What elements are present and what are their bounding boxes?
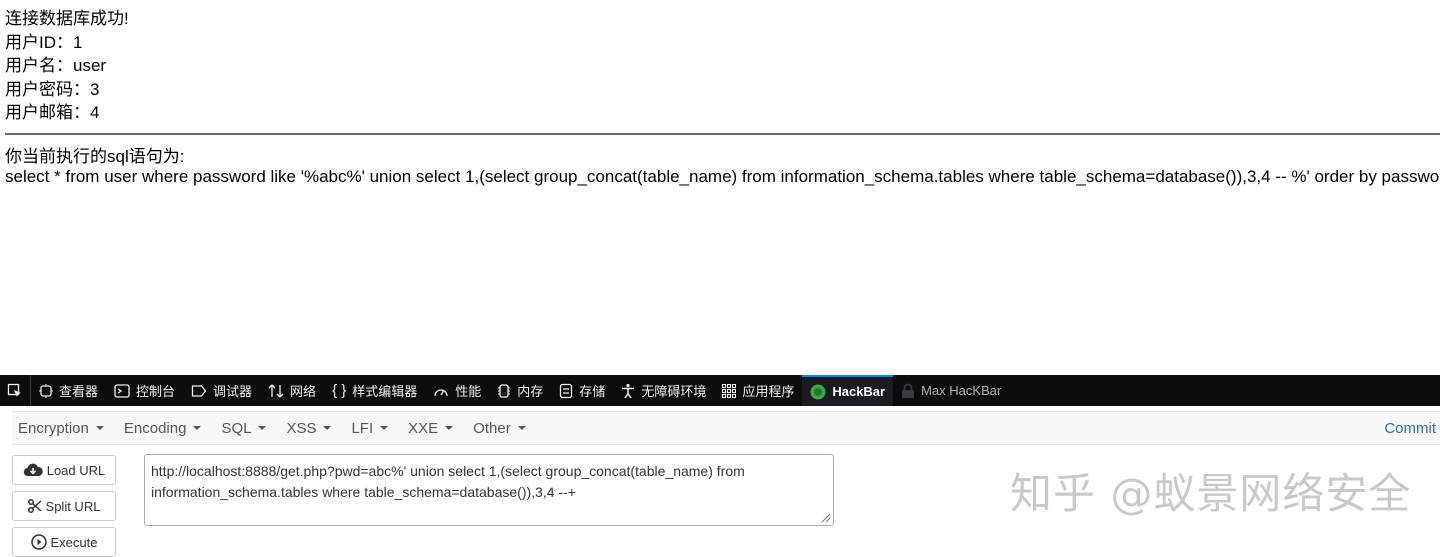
tab-label: 调试器 [213, 384, 253, 399]
divider [5, 133, 1440, 135]
memory-icon [498, 383, 511, 398]
connection-status: 连接数据库成功! [5, 9, 129, 28]
load-url-button[interactable]: Load URL [12, 455, 116, 485]
caret-down-icon [445, 426, 454, 430]
tab-label: 应用程序 [742, 384, 795, 399]
tab-label: 控制台 [136, 384, 176, 399]
split-url-label: Split URL [45, 498, 101, 514]
user-id-line: 用户ID：1 [5, 33, 83, 52]
menu-xxe[interactable]: XXE [402, 420, 461, 437]
tab-max-hackbar[interactable]: Max HacKBar [893, 375, 1009, 406]
tab-style-editor[interactable]: { } 样式编辑器 [324, 375, 425, 406]
url-text: http://localhost:8888/get.php?pwd=abc%' … [151, 463, 745, 500]
execute-label: Execute [50, 534, 98, 550]
tab-label: 无障碍环境 [641, 384, 707, 399]
menu-sql[interactable]: SQL [215, 420, 274, 437]
page-content: 连接数据库成功! 用户ID：1 用户名：user 用户密码：3 用户邮箱：4 你… [0, 0, 1440, 375]
tab-storage[interactable]: 存储 [551, 375, 613, 406]
tab-inspector[interactable]: 查看器 [31, 375, 106, 406]
menu-other[interactable]: Other [467, 420, 534, 437]
menu-xss[interactable]: XSS [280, 420, 339, 437]
caret-down-icon [380, 426, 389, 430]
tab-label: 样式编辑器 [352, 384, 418, 399]
hackbar-icon [810, 384, 826, 399]
tab-label: Max HacKBar [921, 383, 1002, 398]
menu-label: LFI [351, 419, 374, 437]
performance-icon [434, 388, 448, 396]
menu-label: XXE [408, 419, 439, 437]
tab-label: 查看器 [59, 384, 99, 399]
username-line: 用户名：user [5, 56, 107, 75]
load-url-label: Load URL [46, 462, 106, 478]
debugger-icon [191, 384, 207, 397]
style-editor-icon: { } [332, 382, 347, 399]
tab-label: 内存 [517, 384, 544, 399]
sql-label: 你当前执行的sql语句为: [5, 147, 185, 166]
tab-accessibility[interactable]: 无障碍环境 [613, 375, 714, 406]
url-textarea[interactable]: http://localhost:8888/get.php?pwd=abc%' … [144, 454, 834, 526]
inspector-icon [39, 383, 53, 398]
caret-down-icon [95, 426, 104, 430]
hackbar-menu: Encryption Encoding SQL XSS LFI XXE Othe… [12, 411, 1440, 445]
tab-label: 存储 [579, 384, 606, 399]
tab-console[interactable]: 控制台 [106, 375, 183, 406]
email-line: 用户邮箱：4 [5, 103, 100, 122]
sql-statement: select * from user where password like '… [5, 167, 1440, 186]
caret-down-icon [193, 426, 202, 430]
network-icon [268, 383, 284, 398]
devtools-panel: 查看器 控制台 调试器 网络 { } 样式编辑器 性能 内存 存储 无障碍环境 … [0, 375, 1440, 557]
menu-lfi[interactable]: LFI [345, 420, 396, 437]
tab-hackbar[interactable]: HackBar [802, 375, 894, 406]
resize-handle-icon[interactable] [821, 513, 831, 523]
caret-down-icon [323, 426, 332, 430]
caret-down-icon [517, 426, 526, 430]
menu-encoding[interactable]: Encoding [118, 420, 210, 437]
watermark: 知乎 @蚁景网络安全 [1010, 469, 1412, 518]
lock-icon [902, 383, 915, 398]
accessibility-icon [622, 383, 635, 398]
devtools-tabbar: 查看器 控制台 调试器 网络 { } 样式编辑器 性能 内存 存储 无障碍环境 … [0, 375, 1440, 406]
cloud-download-icon [23, 463, 43, 477]
execute-button[interactable]: Execute [12, 527, 116, 557]
tab-debugger[interactable]: 调试器 [183, 375, 260, 406]
tab-performance[interactable]: 性能 [425, 375, 489, 406]
scissors-icon [27, 499, 42, 513]
tab-label: HackBar [832, 384, 886, 399]
menu-label: XSS [286, 419, 317, 437]
tab-memory[interactable]: 内存 [489, 375, 551, 406]
play-icon [30, 534, 47, 550]
menu-label: Encryption [18, 419, 89, 437]
tab-application[interactable]: 应用程序 [714, 375, 802, 406]
caret-down-icon [258, 426, 267, 430]
split-url-button[interactable]: Split URL [12, 491, 116, 521]
menu-encryption[interactable]: Encryption [12, 420, 112, 437]
commit-button[interactable]: Commit [1384, 420, 1436, 437]
element-picker-icon[interactable] [0, 375, 31, 406]
password-line: 用户密码：3 [5, 80, 100, 99]
tab-network[interactable]: 网络 [260, 375, 324, 406]
tab-label: 性能 [455, 384, 482, 399]
storage-icon [560, 383, 573, 398]
application-icon [722, 383, 737, 398]
menu-label: Other [473, 419, 511, 437]
console-icon [114, 383, 130, 398]
tab-label: 网络 [290, 384, 317, 399]
menu-label: Encoding [123, 419, 187, 437]
menu-label: SQL [221, 419, 252, 437]
